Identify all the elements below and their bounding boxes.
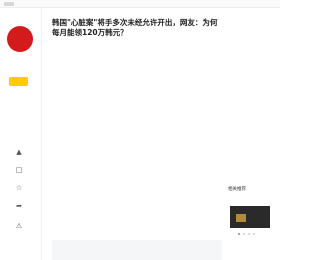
carousel-dot[interactable] <box>248 233 250 235</box>
related-link-box[interactable] <box>52 240 222 260</box>
article-page: ▲ □ ☆ ➦ ⚠ 韩国"心脏案"将手多次未经允许开出，网友：为何每月能领120… <box>0 0 280 260</box>
carousel-dot[interactable] <box>243 233 245 235</box>
report-action[interactable]: ⚠ <box>14 222 24 230</box>
comment-icon: □ <box>15 166 23 174</box>
comment-action[interactable]: □ <box>14 166 24 174</box>
rail-tab-label[interactable]: 相关推荐 <box>228 186 246 192</box>
rail-video-thumbnail[interactable] <box>230 206 270 228</box>
carousel-dot[interactable] <box>238 233 240 235</box>
share-icon: ➦ <box>16 202 22 210</box>
author-sidebar: ▲ □ ☆ ➦ ⚠ <box>0 8 42 260</box>
author-avatar[interactable] <box>7 26 33 52</box>
article-header: 韩国"心脏案"将手多次未经允许开出，网友：为何每月能领120万韩元？ <box>52 18 222 38</box>
favorite-action[interactable]: ☆ <box>14 184 24 192</box>
article-title: 韩国"心脏案"将手多次未经允许开出，网友：为何每月能领120万韩元？ <box>52 18 218 37</box>
warning-icon: ⚠ <box>15 222 23 230</box>
thumb-up-icon: ▲ <box>16 148 22 156</box>
share-action[interactable]: ➦ <box>14 202 24 210</box>
like-action[interactable]: ▲ <box>14 148 24 156</box>
carousel-dots <box>238 233 255 235</box>
carousel-dot[interactable] <box>253 233 255 235</box>
top-bar <box>0 0 280 8</box>
star-icon: ☆ <box>15 184 23 192</box>
logo[interactable] <box>4 2 14 6</box>
follow-button[interactable] <box>9 77 28 86</box>
